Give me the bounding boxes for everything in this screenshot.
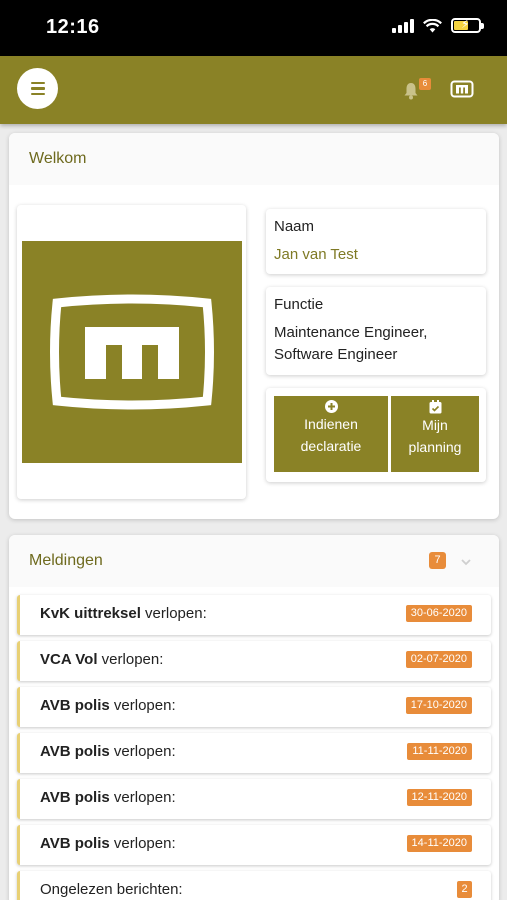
notification-text: verlopen: xyxy=(109,835,176,852)
meldingen-card: Meldingen 7 KvK uittreksel verlopen: 30-… xyxy=(9,535,499,900)
mm-logo-icon[interactable] xyxy=(450,80,474,98)
date-badge: 02-07-2020 xyxy=(405,651,472,668)
company-logo xyxy=(22,241,242,463)
plus-circle-icon xyxy=(324,400,338,413)
functie-value-line1: Maintenance Engineer, xyxy=(274,324,428,341)
calendar-check-icon xyxy=(429,400,441,414)
unread-count-badge: 2 xyxy=(457,881,472,898)
functie-box: Functie Maintenance Engineer, Software E… xyxy=(266,287,486,375)
chevron-down-icon[interactable] xyxy=(459,555,473,569)
status-bar: 12:16 ⚡ xyxy=(0,0,507,56)
planning-label-line1: Mijn xyxy=(422,417,448,433)
notification-item[interactable]: Ongelezen berichten: 2 xyxy=(17,871,491,900)
notification-text: verlopen: xyxy=(97,651,164,668)
notification-subject: VCA Vol xyxy=(40,651,98,668)
functie-label: Functie xyxy=(274,296,324,313)
battery-icon: ⚡ xyxy=(451,17,484,33)
notification-subject: AVB polis xyxy=(40,697,110,714)
app-bar: 6 xyxy=(0,56,507,124)
planning-label-line2: planning xyxy=(408,439,462,455)
indienen-declaratie-button[interactable]: Indienen declaratie xyxy=(274,396,388,472)
notification-subject: AVB polis xyxy=(40,835,110,852)
company-logo-panel xyxy=(17,205,246,499)
notification-text: verlopen: xyxy=(140,605,207,622)
hamburger-menu-icon xyxy=(30,81,45,85)
notification-text: Ongelezen berichten: xyxy=(40,881,183,898)
notification-item[interactable]: AVB polis verlopen: 12-11-2020 xyxy=(17,779,491,819)
mm-logo-icon xyxy=(50,294,214,410)
notification-subject: AVB polis xyxy=(40,789,110,806)
declaratie-label-line2: declaratie xyxy=(300,438,362,454)
notification-text: verlopen: xyxy=(109,697,176,714)
date-badge: 17-10-2020 xyxy=(405,697,472,714)
notification-text: verlopen: xyxy=(109,789,176,806)
meldingen-title: Meldingen xyxy=(29,552,103,569)
date-badge: 11-11-2020 xyxy=(407,743,472,760)
welcome-card: Welkom Naam Jan van Test Functie Mainten… xyxy=(9,133,499,519)
notification-item[interactable]: AVB polis verlopen: 11-11-2020 xyxy=(17,733,491,773)
date-badge: 30-06-2020 xyxy=(405,605,472,622)
date-badge: 14-11-2020 xyxy=(406,835,472,852)
actions-box: Indienen declaratie Mijn planning xyxy=(266,388,486,482)
menu-button[interactable] xyxy=(17,68,58,109)
welcome-title: Welkom xyxy=(29,150,87,167)
naam-box: Naam Jan van Test xyxy=(266,209,486,274)
notification-subject: KvK uittreksel xyxy=(40,605,141,622)
notification-count-badge: 6 xyxy=(419,78,431,90)
notification-text: verlopen: xyxy=(109,743,176,760)
declaratie-label-line1: Indienen xyxy=(304,416,358,432)
cellular-signal-icon xyxy=(392,18,414,33)
naam-label: Naam xyxy=(274,218,315,235)
functie-value-line2: Software Engineer xyxy=(274,346,398,363)
status-time: 12:16 xyxy=(46,16,100,38)
notification-item[interactable]: KvK uittreksel verlopen: 30-06-2020 xyxy=(17,595,491,635)
naam-value: Jan van Test xyxy=(274,246,358,263)
notification-item[interactable]: VCA Vol verlopen: 02-07-2020 xyxy=(17,641,491,681)
wifi-icon xyxy=(423,18,442,32)
date-badge: 12-11-2020 xyxy=(406,789,472,806)
status-icons: ⚡ xyxy=(392,17,484,33)
notification-item[interactable]: AVB polis verlopen: 17-10-2020 xyxy=(17,687,491,727)
meldingen-count-badge: 7 xyxy=(429,552,446,569)
mijn-planning-button[interactable]: Mijn planning xyxy=(391,396,479,472)
notification-subject: AVB polis xyxy=(40,743,110,760)
notification-item[interactable]: AVB polis verlopen: 14-11-2020 xyxy=(17,825,491,865)
